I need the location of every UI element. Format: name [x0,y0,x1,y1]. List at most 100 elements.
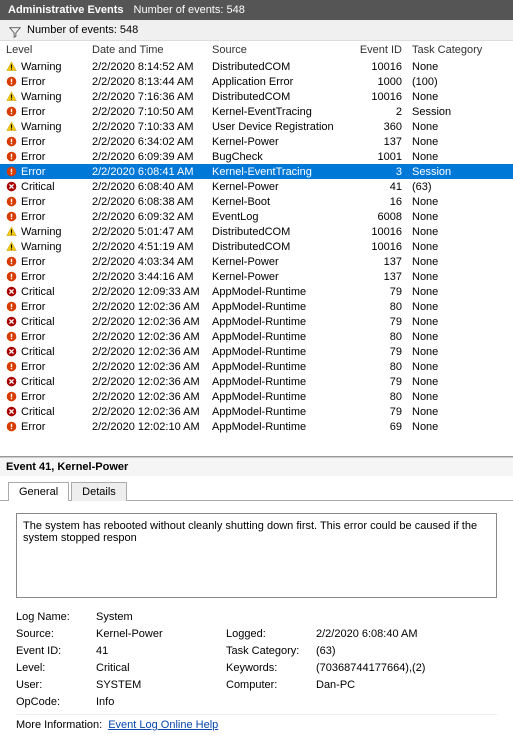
task-cell: None [410,361,510,373]
table-row[interactable]: Warning2/2/2020 7:16:36 AMDistributedCOM… [0,89,513,104]
label-user: User: [16,677,96,694]
col-task[interactable]: Task Category [410,44,510,56]
level-text: Error [21,331,45,343]
level-cell: Warning [4,226,90,238]
table-row[interactable]: Error2/2/2020 7:10:50 AMKernel-EventTrac… [0,104,513,119]
date-cell: 2/2/2020 6:09:32 AM [90,211,210,223]
app-title: Administrative Events [8,4,124,16]
date-cell: 2/2/2020 8:14:52 AM [90,61,210,73]
date-cell: 2/2/2020 12:02:36 AM [90,406,210,418]
table-row[interactable]: Error2/2/2020 6:08:38 AMKernel-Boot16Non… [0,194,513,209]
source-cell: AppModel-Runtime [210,391,350,403]
level-text: Critical [21,181,55,193]
level-text: Error [21,136,45,148]
error-icon [6,76,17,87]
error-icon [6,331,17,342]
source-cell: User Device Registration [210,121,350,133]
table-row[interactable]: Warning2/2/2020 4:51:19 AMDistributedCOM… [0,239,513,254]
table-row[interactable]: Critical2/2/2020 12:02:36 AMAppModel-Run… [0,404,513,419]
error-icon [6,271,17,282]
eventid-cell: 137 [350,271,410,283]
detail-title: Event 41, Kernel-Power [0,457,513,476]
level-text: Error [21,391,45,403]
help-link[interactable]: Event Log Online Help [108,719,218,731]
level-cell: Critical [4,406,90,418]
table-row[interactable]: Error2/2/2020 6:08:41 AMKernel-EventTrac… [0,164,513,179]
eventid-cell: 2 [350,106,410,118]
eventid-cell: 137 [350,136,410,148]
col-eventid[interactable]: Event ID [350,44,410,56]
col-source[interactable]: Source [210,44,350,56]
level-text: Error [21,76,45,88]
level-cell: Error [4,166,90,178]
label-task: Task Category: [226,643,316,660]
source-cell: Kernel-EventTracing [210,106,350,118]
date-cell: 2/2/2020 12:02:36 AM [90,301,210,313]
table-row[interactable]: Error2/2/2020 6:34:02 AMKernel-Power137N… [0,134,513,149]
level-cell: Error [4,106,90,118]
level-text: Warning [21,121,62,133]
date-cell: 2/2/2020 6:09:39 AM [90,151,210,163]
table-row[interactable]: Critical2/2/2020 12:02:36 AMAppModel-Run… [0,314,513,329]
table-row[interactable]: Error2/2/2020 12:02:10 AMAppModel-Runtim… [0,419,513,434]
event-rows[interactable]: Warning 2/2/2020 8:14:52 AMDistributedCOM… [0,59,513,452]
table-row[interactable]: Error2/2/2020 12:02:36 AMAppModel-Runtim… [0,329,513,344]
table-row[interactable]: Critical2/2/2020 12:09:33 AMAppModel-Run… [0,284,513,299]
label-moreinfo: More Information: [16,719,102,731]
error-icon [6,256,17,267]
value-opcode: Info [96,694,226,711]
level-cell: Error [4,391,90,403]
level-cell: Critical [4,316,90,328]
value-logged: 2/2/2020 6:08:40 AM [316,626,486,643]
level-text: Critical [21,346,55,358]
filter-icon[interactable] [8,25,19,36]
source-cell: AppModel-Runtime [210,331,350,343]
date-cell: 2/2/2020 6:08:40 AM [90,181,210,193]
table-row[interactable]: Error2/2/2020 8:13:44 AMApplication Erro… [0,74,513,89]
eventid-cell: 80 [350,391,410,403]
level-cell: Warning [4,241,90,253]
level-cell: Critical [4,346,90,358]
source-cell: Kernel-Power [210,256,350,268]
date-cell: 2/2/2020 4:03:34 AM [90,256,210,268]
level-text: Error [21,421,45,433]
label-computer: Computer: [226,677,316,694]
table-row[interactable]: Critical2/2/2020 6:08:40 AMKernel-Power4… [0,179,513,194]
tab-details[interactable]: Details [71,482,127,501]
task-cell: None [410,61,510,73]
date-cell: 2/2/2020 8:13:44 AM [90,76,210,88]
task-cell: None [410,421,510,433]
eventid-cell: 10016 [350,226,410,238]
table-row[interactable]: Warning2/2/2020 7:10:33 AMUser Device Re… [0,119,513,134]
column-headers[interactable]: Level Date and Time Source Event ID Task… [0,41,513,59]
table-row[interactable]: Error2/2/2020 6:09:32 AMEventLog6008None [0,209,513,224]
label-keywords: Keywords: [226,660,316,677]
source-cell: AppModel-Runtime [210,346,350,358]
task-cell: None [410,196,510,208]
tab-general[interactable]: General [8,482,69,501]
task-cell: None [410,151,510,163]
col-level[interactable]: Level [4,44,90,56]
date-cell: 2/2/2020 6:34:02 AM [90,136,210,148]
value-task: (63) [316,643,486,660]
table-row[interactable]: Error2/2/2020 3:44:16 AMKernel-Power137N… [0,269,513,284]
col-date[interactable]: Date and Time [90,44,210,56]
level-cell: Critical [4,376,90,388]
table-row[interactable]: Warning2/2/2020 8:14:52 AMDistributedCOM… [0,59,513,74]
level-text: Error [21,256,45,268]
table-row[interactable]: Critical2/2/2020 12:02:36 AMAppModel-Run… [0,344,513,359]
table-row[interactable]: Error2/2/2020 12:02:36 AMAppModel-Runtim… [0,299,513,314]
task-cell: None [410,91,510,103]
eventid-cell: 79 [350,346,410,358]
eventid-cell: 80 [350,331,410,343]
level-text: Error [21,166,45,178]
level-cell: Error [4,361,90,373]
table-row[interactable]: Error2/2/2020 12:02:36 AMAppModel-Runtim… [0,389,513,404]
table-row[interactable]: Error2/2/2020 12:02:36 AMAppModel-Runtim… [0,359,513,374]
table-row[interactable]: Critical2/2/2020 12:02:36 AMAppModel-Run… [0,374,513,389]
table-row[interactable]: Warning2/2/2020 5:01:47 AMDistributedCOM… [0,224,513,239]
table-row[interactable]: Error2/2/2020 6:09:39 AMBugCheck1001None [0,149,513,164]
source-cell: DistributedCOM [210,61,350,73]
table-row[interactable]: Error2/2/2020 4:03:34 AMKernel-Power137N… [0,254,513,269]
task-cell: (100) [410,76,510,88]
